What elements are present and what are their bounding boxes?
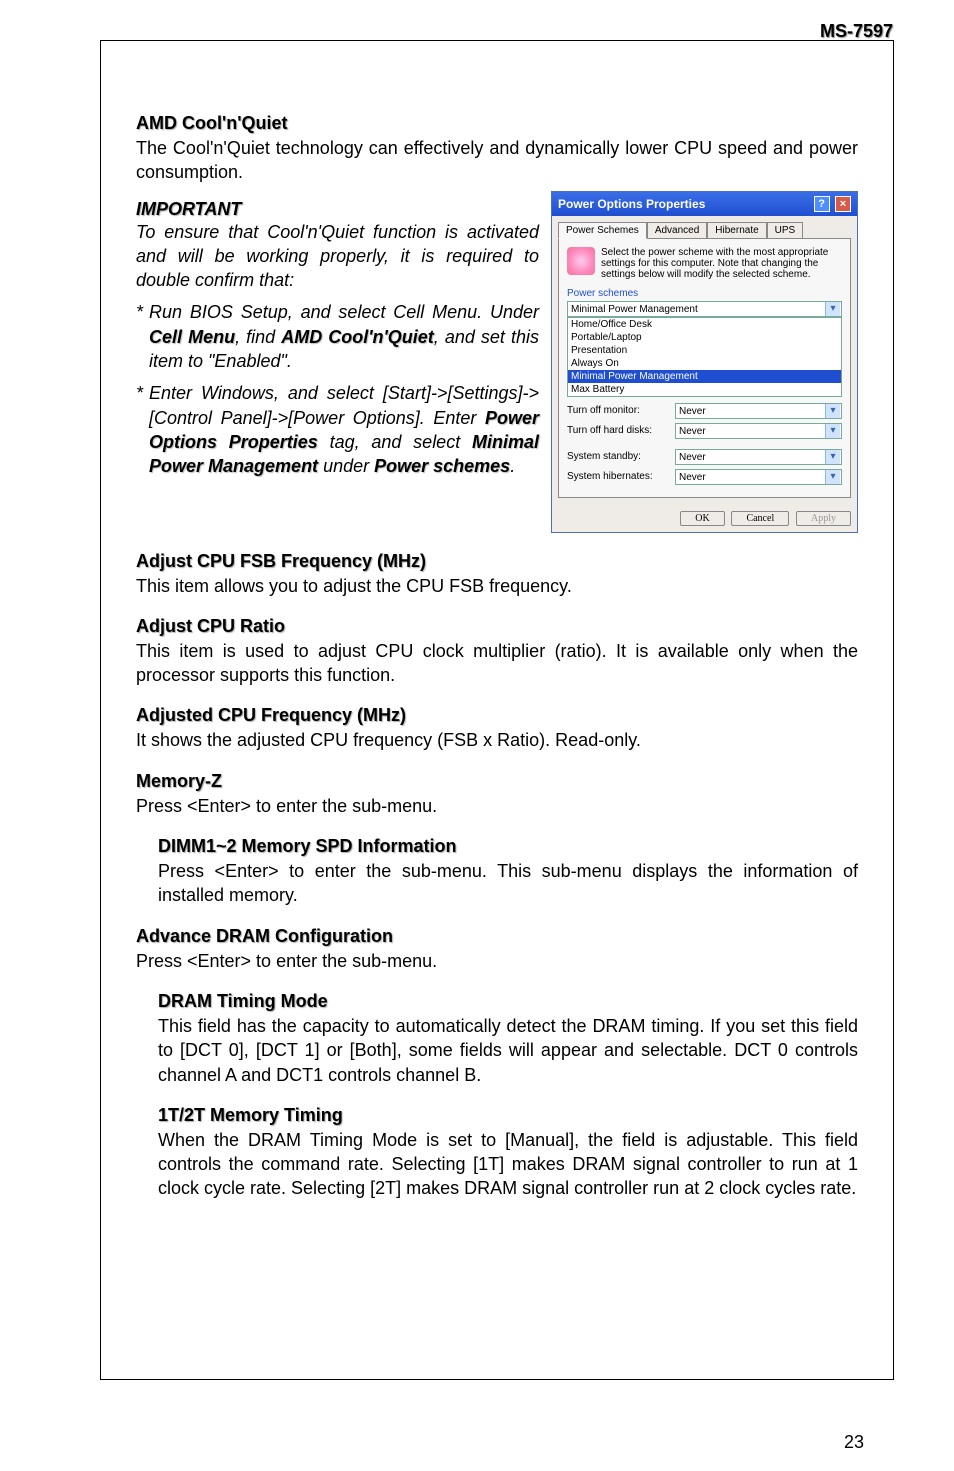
- power-scheme-list[interactable]: Home/Office Desk Portable/Laptop Present…: [567, 317, 842, 397]
- text-memory-z: Press <Enter> to enter the sub-menu.: [136, 794, 858, 818]
- bullet-bios: * Run BIOS Setup, and select Cell Menu. …: [136, 300, 539, 373]
- bullet1-part-b: , find: [235, 327, 281, 347]
- heading-dimm-spd: DIMM1~2 Memory SPD Information: [158, 836, 858, 857]
- dialog-title: Power Options Properties: [558, 197, 705, 211]
- label-turn-off-monitor: Turn off monitor:: [567, 405, 667, 416]
- list-item[interactable]: Presentation: [568, 344, 841, 357]
- battery-icon: [567, 247, 595, 275]
- close-icon[interactable]: ×: [835, 196, 851, 212]
- ref-amd-cnq: AMD Cool'n'Quiet: [281, 327, 434, 347]
- page-frame: MS-7597 AMD Cool'n'Quiet The Cool'n'Quie…: [100, 40, 894, 1380]
- list-item[interactable]: Max Battery: [568, 383, 841, 396]
- tab-power-schemes[interactable]: Power Schemes: [558, 222, 647, 239]
- tab-ups[interactable]: UPS: [767, 222, 804, 239]
- heading-memory-z: Memory-Z: [136, 771, 858, 792]
- combo-turn-off-monitor[interactable]: Never: [675, 403, 842, 419]
- heading-cool-n-quiet: AMD Cool'n'Quiet: [136, 113, 858, 134]
- bullet-windows: * Enter Windows, and select [Start]->[Se…: [136, 381, 539, 478]
- dialog-info-text: Select the power scheme with the most ap…: [601, 247, 842, 280]
- label-system-standby: System standby:: [567, 451, 667, 462]
- text-cool-n-quiet: The Cool'n'Quiet technology can effectiv…: [136, 136, 858, 185]
- heading-adjust-cpu-ratio: Adjust CPU Ratio: [136, 616, 858, 637]
- help-icon[interactable]: ?: [814, 196, 830, 212]
- power-options-dialog: Power Options Properties ? × Power Schem…: [551, 191, 858, 533]
- bullet-mark: *: [136, 381, 143, 478]
- bullet2-part-c: under: [318, 456, 374, 476]
- heading-1t2t-timing: 1T/2T Memory Timing: [158, 1105, 858, 1126]
- combo-turn-off-disks[interactable]: Never: [675, 423, 842, 439]
- list-item[interactable]: Portable/Laptop: [568, 331, 841, 344]
- text-adjusted-cpu-freq: It shows the adjusted CPU frequency (FSB…: [136, 728, 858, 752]
- group-power-schemes: Power schemes: [567, 288, 842, 299]
- power-scheme-combo[interactable]: Minimal Power Management: [567, 301, 842, 317]
- text-advance-dram: Press <Enter> to enter the sub-menu.: [136, 949, 858, 973]
- bullet-mark: *: [136, 300, 143, 373]
- heading-important: IMPORTANT: [136, 199, 539, 220]
- header-model: MS-7597: [820, 21, 893, 42]
- combo-system-standby[interactable]: Never: [675, 449, 842, 465]
- tab-hibernate[interactable]: Hibernate: [707, 222, 766, 239]
- text-dimm-spd: Press <Enter> to enter the sub-menu. Thi…: [158, 859, 858, 908]
- label-system-hibernates: System hibernates:: [567, 471, 667, 482]
- heading-advance-dram: Advance DRAM Configuration: [136, 926, 858, 947]
- tab-advanced[interactable]: Advanced: [647, 222, 707, 239]
- page-number: 23: [844, 1432, 864, 1453]
- ref-power-schemes: Power schemes: [374, 456, 510, 476]
- combo-system-hibernates[interactable]: Never: [675, 469, 842, 485]
- heading-adjust-fsb: Adjust CPU FSB Frequency (MHz): [136, 551, 858, 572]
- bullet1-part-a: Run BIOS Setup, and select Cell Menu. Un…: [149, 302, 539, 322]
- heading-adjusted-cpu-freq: Adjusted CPU Frequency (MHz): [136, 705, 858, 726]
- bullet2-part-b: tag, and select: [318, 432, 472, 452]
- list-item-selected[interactable]: Minimal Power Management: [568, 370, 841, 383]
- label-turn-off-disks: Turn off hard disks:: [567, 425, 667, 436]
- ok-button[interactable]: OK: [680, 511, 724, 526]
- cancel-button[interactable]: Cancel: [731, 511, 789, 526]
- text-adjust-fsb: This item allows you to adjust the CPU F…: [136, 574, 858, 598]
- text-1t2t-timing: When the DRAM Timing Mode is set to [Man…: [158, 1128, 858, 1201]
- text-important-intro: To ensure that Cool'n'Quiet function is …: [136, 220, 539, 293]
- apply-button[interactable]: Apply: [796, 511, 851, 526]
- list-item[interactable]: Home/Office Desk: [568, 318, 841, 331]
- heading-dram-timing-mode: DRAM Timing Mode: [158, 991, 858, 1012]
- ref-cell-menu: Cell Menu: [149, 327, 235, 347]
- bullet2-part-a: Enter Windows, and select [Start]->[Sett…: [149, 383, 539, 427]
- list-item[interactable]: Always On: [568, 357, 841, 370]
- text-dram-timing-mode: This field has the capacity to automatic…: [158, 1014, 858, 1087]
- text-adjust-cpu-ratio: This item is used to adjust CPU clock mu…: [136, 639, 858, 688]
- bullet2-part-d: .: [510, 456, 515, 476]
